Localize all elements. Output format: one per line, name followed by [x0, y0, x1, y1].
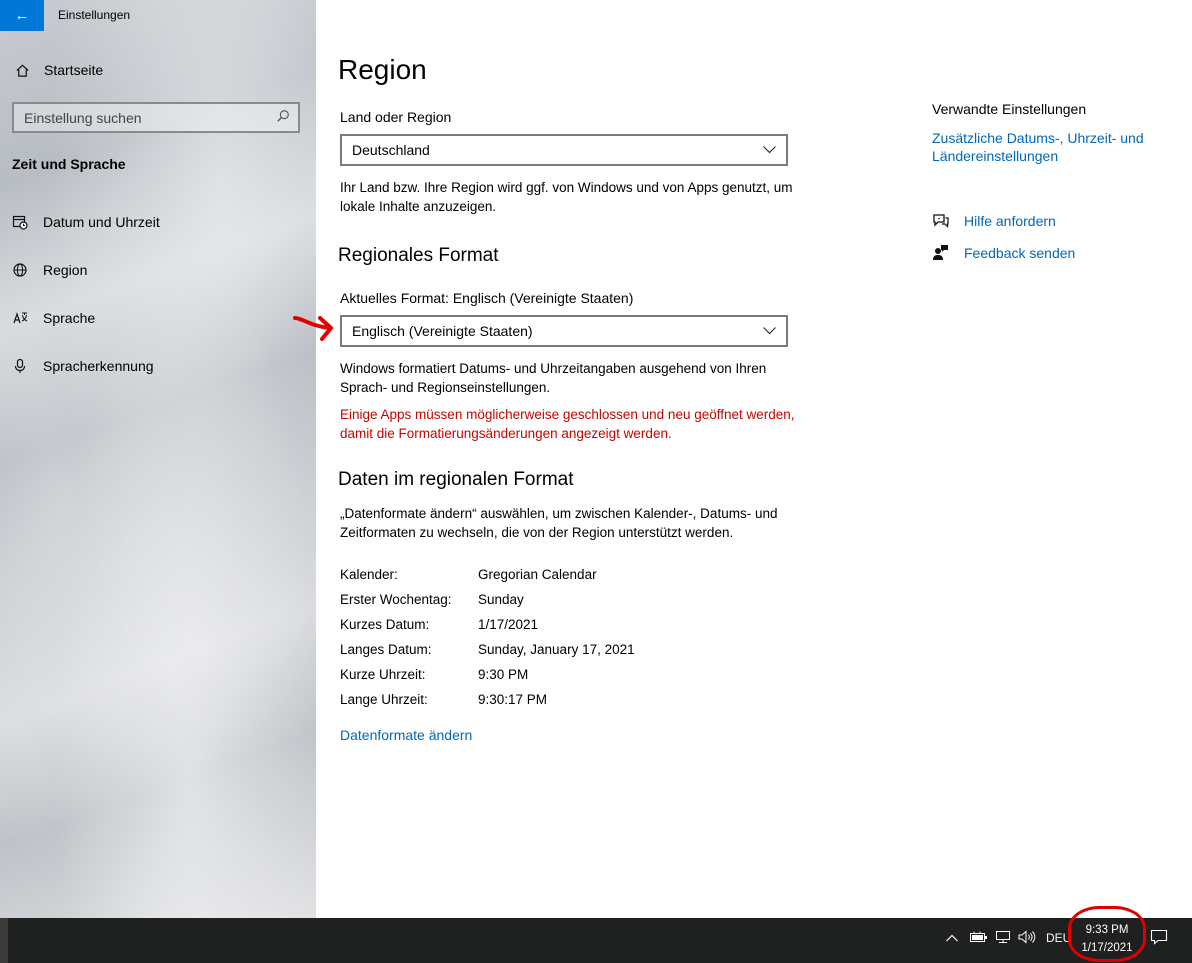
calendar-clock-icon	[10, 214, 30, 230]
volume-tray-icon[interactable]	[1018, 918, 1036, 958]
sidebar-item-label: Startseite	[44, 62, 104, 78]
search-input[interactable]	[24, 109, 276, 126]
country-label: Land oder Region	[340, 109, 452, 125]
speaker-icon	[1018, 929, 1036, 947]
sidebar-item-label: Region	[43, 262, 88, 278]
back-arrow-icon: ←	[14, 7, 30, 24]
format-heading: Regionales Format	[338, 245, 499, 266]
chevron-down-icon	[763, 324, 776, 338]
format-value: Englisch (Vereinigte Staaten)	[352, 323, 533, 339]
format-row-calendar: Kalender: Gregorian Calendar	[340, 567, 597, 582]
change-data-formats-link[interactable]: Datenformate ändern	[340, 727, 472, 743]
format-row-first-weekday: Erster Wochentag: Sunday	[340, 592, 524, 607]
get-help-link[interactable]: Hilfe anfordern	[964, 213, 1056, 229]
format-row-value: Sunday	[478, 592, 524, 607]
get-help-row[interactable]: Hilfe anfordern	[930, 213, 1056, 229]
microphone-icon	[10, 358, 30, 374]
sidebar-item-label: Spracherkennung	[43, 358, 154, 374]
annotation-arrow-icon	[293, 316, 333, 341]
sidebar-item-date-time[interactable]: Datum und Uhrzeit	[10, 214, 160, 230]
show-hidden-icons-button[interactable]	[946, 918, 958, 958]
format-row-long-time: Lange Uhrzeit: 9:30:17 PM	[340, 692, 547, 707]
battery-icon	[970, 931, 988, 946]
globe-icon	[10, 262, 30, 278]
country-value: Deutschland	[352, 142, 430, 158]
chevron-up-icon	[946, 931, 958, 945]
format-row-key: Kurzes Datum:	[340, 617, 430, 632]
additional-date-time-region-link[interactable]: Zusätzliche Datums-, Uhrzeit- und Länder…	[932, 129, 1162, 165]
search-icon[interactable]	[276, 109, 290, 126]
chevron-down-icon	[763, 143, 776, 157]
format-row-key: Kalender:	[340, 567, 398, 582]
related-settings-title: Verwandte Einstellungen	[932, 101, 1087, 117]
battery-tray-icon[interactable]	[970, 918, 988, 958]
format-row-value: 9:30:17 PM	[478, 692, 548, 707]
chat-help-icon	[930, 213, 950, 229]
format-row-value: Sunday, January 17, 2021	[478, 642, 635, 657]
sidebar: ← Einstellungen Startseite Zeit und Spra…	[0, 0, 316, 918]
language-icon	[10, 310, 30, 326]
format-row-long-date: Langes Datum: Sunday, January 17, 2021	[340, 642, 635, 657]
format-row-key: Kurze Uhrzeit:	[340, 667, 426, 682]
format-row-short-time: Kurze Uhrzeit: 9:30 PM	[340, 667, 528, 682]
feedback-person-icon	[930, 244, 950, 261]
sidebar-item-home[interactable]: Startseite	[12, 62, 103, 78]
format-row-key: Erster Wochentag:	[340, 592, 452, 607]
format-warning: Einige Apps müssen möglicherweise geschl…	[340, 407, 795, 441]
format-note: Windows formatiert Datums- und Uhrzeitan…	[340, 361, 767, 395]
action-center-button[interactable]	[1150, 918, 1168, 958]
main-content: Region Land oder Region Deutschland Ihr …	[316, 0, 1192, 918]
app-title: Einstellungen	[58, 8, 131, 22]
format-row-value: 9:30 PM	[478, 667, 529, 682]
annotation-circle	[1068, 906, 1146, 962]
taskbar: DEU 9:33 PM 1/17/2021	[0, 918, 1192, 963]
back-button[interactable]: ←	[0, 0, 44, 31]
network-icon	[994, 930, 1012, 947]
country-note: Ihr Land bzw. Ihre Region wird ggf. von …	[340, 180, 793, 214]
sidebar-section-title: Zeit und Sprache	[12, 156, 126, 172]
data-note: „Datenformate ändern“ auswählen, um zwis…	[340, 506, 778, 540]
settings-search-box[interactable]	[12, 102, 300, 133]
format-row-key: Lange Uhrzeit:	[340, 692, 428, 707]
send-feedback-row[interactable]: Feedback senden	[930, 244, 1075, 261]
format-row-value: 1/17/2021	[478, 617, 539, 632]
home-icon	[12, 63, 32, 78]
sidebar-item-language[interactable]: Sprache	[10, 310, 95, 326]
format-row-key: Langes Datum:	[340, 642, 432, 657]
taskbar-edge	[0, 918, 8, 963]
format-row-value: Gregorian Calendar	[478, 567, 597, 582]
current-format-label: Aktuelles Format: Englisch (Vereinigte S…	[340, 290, 634, 306]
data-heading: Daten im regionalen Format	[338, 469, 574, 490]
sidebar-item-region[interactable]: Region	[10, 262, 87, 278]
regional-format-dropdown[interactable]: Englisch (Vereinigte Staaten)	[340, 315, 788, 347]
page-title: Region	[338, 54, 427, 85]
country-dropdown[interactable]: Deutschland	[340, 134, 788, 166]
send-feedback-link[interactable]: Feedback senden	[964, 245, 1075, 261]
format-row-short-date: Kurzes Datum: 1/17/2021	[340, 617, 538, 632]
sidebar-item-speech[interactable]: Spracherkennung	[10, 358, 154, 374]
network-tray-icon[interactable]	[994, 918, 1012, 958]
sidebar-item-label: Sprache	[43, 310, 96, 326]
sidebar-item-label: Datum und Uhrzeit	[43, 214, 160, 230]
notification-icon	[1150, 929, 1168, 948]
